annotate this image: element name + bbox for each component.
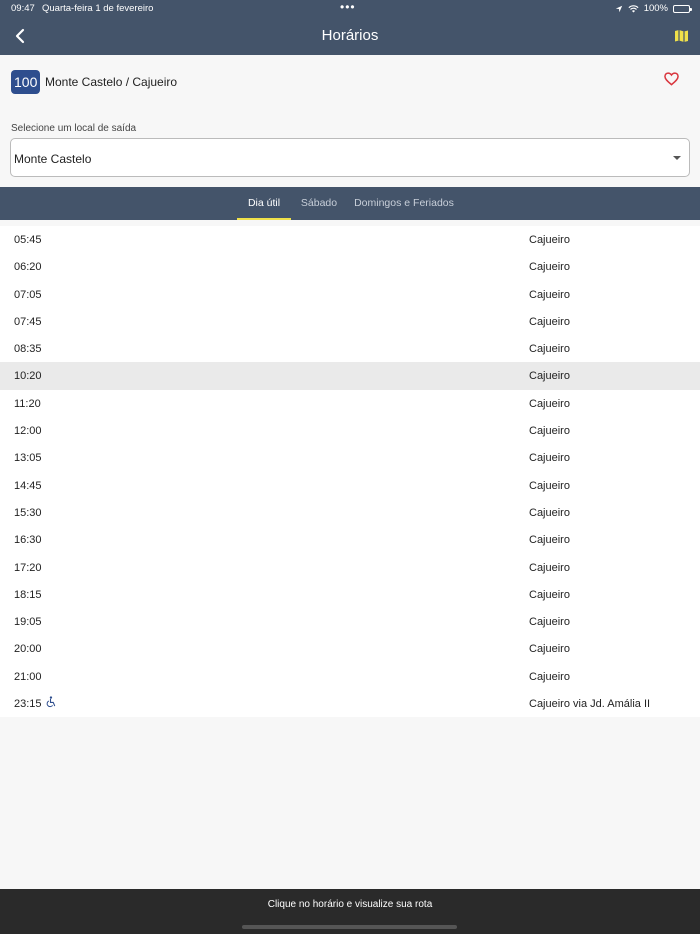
page-title: Horários [321, 27, 379, 44]
battery-percent: 100% [643, 3, 668, 14]
tab-domingos-feriados[interactable]: Domingos e Feriados [352, 187, 456, 220]
row-destination: Cajueiro [529, 588, 570, 601]
row-destination: Cajueiro [529, 506, 570, 519]
table-row[interactable]: 19:05 Cajueiro [0, 608, 700, 636]
row-time: 16:30 [14, 534, 42, 547]
departure-select[interactable]: Monte Castelo [10, 138, 690, 177]
table-row[interactable]: 21:00 Cajueiro [0, 662, 700, 691]
table-row[interactable]: 16:30 Cajueiro [0, 526, 700, 554]
row-destination: Cajueiro [529, 452, 570, 465]
row-time: 12:00 [14, 425, 42, 438]
status-date: Quarta-feira 1 de fevereiro [42, 3, 154, 14]
table-row[interactable]: 14:45 Cajueiro [0, 471, 700, 499]
table-row[interactable]: 11:20 Cajueiro [0, 389, 700, 418]
row-time: 20:00 [14, 643, 42, 656]
heart-outline-icon [664, 72, 679, 86]
row-time: 19:05 [14, 616, 42, 629]
table-row[interactable]: 06:20 Cajueiro [0, 253, 700, 281]
favorite-button[interactable] [664, 72, 682, 90]
status-time: 09:47 [11, 3, 35, 14]
tab-sabado[interactable]: Sábado [297, 187, 341, 220]
departure-value: Monte Castelo [14, 152, 92, 166]
row-time: 08:35 [14, 343, 42, 356]
wifi-icon [628, 4, 639, 13]
row-destination: Cajueiro [529, 234, 570, 246]
caret-down-icon [673, 156, 681, 160]
location-arrow-icon [615, 5, 622, 12]
row-destination: Cajueiro via Jd. Amália II [529, 698, 651, 711]
table-row[interactable]: 07:05 Cajueiro [0, 280, 700, 308]
row-time: 15:30 [14, 506, 42, 519]
route-name: Monte Castelo / Cajueiro [45, 75, 178, 89]
nav-row: Horários [0, 17, 700, 55]
row-time: 18:15 [14, 588, 42, 601]
row-time: 06:20 [14, 261, 42, 274]
row-destination: Cajueiro [529, 561, 570, 574]
row-destination: Cajueiro [529, 670, 570, 683]
row-destination: Cajueiro [529, 261, 570, 274]
row-destination: Cajueiro [529, 343, 570, 356]
row-time: 14:45 [14, 479, 42, 492]
table-row[interactable]: 08:35 Cajueiro [0, 335, 700, 363]
table-row[interactable]: 15:30 Cajueiro [0, 498, 700, 527]
row-destination: Cajueiro [529, 288, 570, 301]
schedule-list: 05:45 Cajueiro 06:20 Cajueiro 07:05 Caju… [0, 226, 700, 718]
table-row[interactable]: 17:20 Cajueiro [0, 553, 700, 581]
table-row[interactable]: 12:00 Cajueiro [0, 417, 700, 445]
status-bar: 09:47 Quarta-feira 1 de fevereiro ••• 10… [0, 0, 700, 17]
row-time: 10:20 [14, 370, 42, 383]
row-destination: Cajueiro [529, 315, 570, 328]
row-time: 23:15 [14, 698, 42, 711]
row-time: 05:45 [14, 234, 42, 246]
table-row[interactable]: 23:15 Cajueiro via Jd. Amália II [0, 690, 700, 718]
table-row[interactable]: 07:45 Cajueiro [0, 307, 700, 336]
wheelchair-icon [46, 696, 56, 708]
footer-hint: Clique no horário e visualize sua rota [267, 899, 433, 910]
row-destination: Cajueiro [529, 479, 570, 492]
multitask-dots-icon: ••• [340, 0, 356, 14]
status-right: 100% [615, 3, 692, 14]
row-time: 21:00 [14, 670, 42, 683]
row-destination: Cajueiro [529, 534, 570, 547]
row-destination: Cajueiro [529, 370, 570, 383]
tab-dia-util[interactable]: Dia útil [237, 187, 291, 220]
row-destination: Cajueiro [529, 425, 570, 438]
top-bar: 09:47 Quarta-feira 1 de fevereiro ••• 10… [0, 0, 700, 55]
row-time: 13:05 [14, 452, 42, 465]
map-icon [674, 30, 688, 42]
table-row[interactable]: 18:15 Cajueiro [0, 580, 700, 609]
battery-icon [673, 4, 692, 13]
map-button[interactable] [670, 24, 692, 48]
departure-label: Selecione um local de saída [11, 123, 137, 134]
table-row[interactable]: 20:00 Cajueiro [0, 635, 700, 663]
row-destination: Cajueiro [529, 643, 570, 656]
day-tabs: Dia útil Sábado Domingos e Feriados [0, 187, 700, 220]
route-header: 100 Monte Castelo / Cajueiro [0, 55, 700, 111]
table-row[interactable]: 05:45 Cajueiro [0, 226, 700, 254]
home-indicator [242, 925, 457, 929]
route-number-badge: 100 [11, 70, 41, 94]
row-destination: Cajueiro [529, 397, 570, 410]
row-time: 07:05 [14, 288, 42, 301]
footer-bar: Clique no horário e visualize sua rota [0, 889, 700, 934]
row-time: 17:20 [14, 561, 42, 574]
row-destination: Cajueiro [529, 616, 570, 629]
table-row-highlighted[interactable]: 10:20 Cajueiro [0, 362, 700, 390]
table-row[interactable]: 13:05 Cajueiro [0, 444, 700, 472]
row-time: 07:45 [14, 315, 42, 328]
row-time: 11:20 [14, 397, 41, 410]
